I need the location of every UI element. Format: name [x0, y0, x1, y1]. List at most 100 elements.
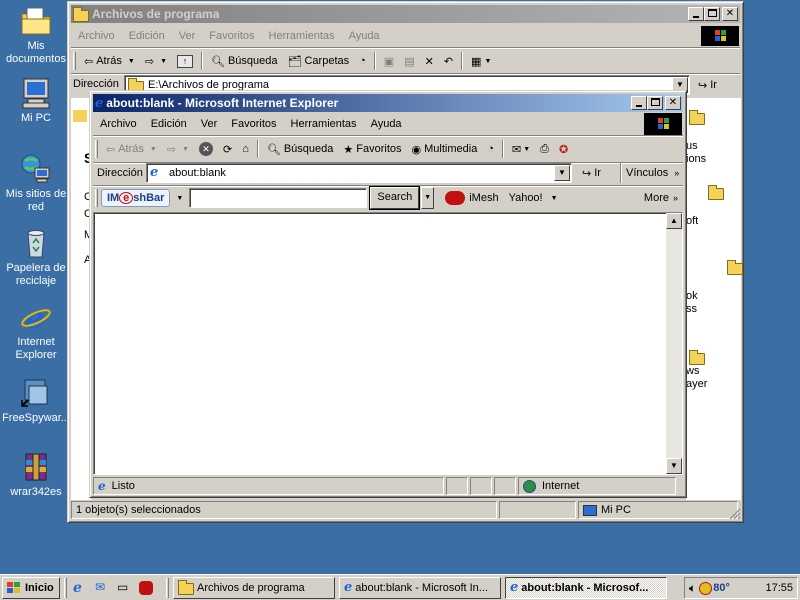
desktop-icon-my-documents[interactable]: Mis documentos	[0, 4, 72, 66]
search-icon: 🔍︎	[266, 143, 281, 156]
clock[interactable]: 17:55	[765, 582, 793, 594]
home-icon: ⌂	[242, 143, 249, 155]
minimize-button[interactable]	[631, 96, 647, 110]
desktop-icon-my-computer[interactable]: Mi PC	[0, 76, 72, 125]
stop-button[interactable]: ✕	[194, 138, 218, 160]
chevron-down-icon: ▼	[484, 57, 492, 65]
search-button[interactable]: 🔍︎ Búsqueda	[262, 138, 339, 160]
explorer-go-button[interactable]: ↪ Ir	[698, 75, 717, 95]
views-button[interactable]: ▦ ▼	[466, 50, 496, 72]
show-desktop-icon[interactable]: ▭	[117, 580, 133, 596]
taskbar: Inicio e ✉ ▭ Archivos de programa e abou…	[0, 574, 800, 600]
meshbar-logo[interactable]: IM e shBar	[101, 189, 171, 207]
addon-icon: ✪	[558, 143, 569, 156]
up-folder-button[interactable]: ↑	[172, 50, 198, 72]
back-button[interactable]: ⇦ Atrás ▼	[79, 50, 140, 72]
folders-icon: 🗂︎	[287, 55, 302, 68]
explorer-title-bar[interactable]: Archivos de programa ✕	[71, 5, 740, 23]
minimize-button[interactable]	[688, 7, 704, 21]
menu-ayuda[interactable]: Ayuda	[364, 114, 409, 134]
yahoo-button[interactable]: Yahoo! ▼	[504, 187, 563, 209]
ie-status-bar: e Listo Internet	[93, 476, 683, 496]
maximize-button[interactable]	[704, 7, 720, 21]
desktop-icon-network-places[interactable]: Mis sitios de red	[0, 152, 72, 214]
scroll-down-button[interactable]: ▼	[666, 458, 682, 474]
weather-icon[interactable]	[699, 581, 713, 595]
media-button[interactable]: ◉ Multimedia	[407, 138, 483, 160]
more-button[interactable]: More »	[639, 187, 683, 209]
desktop-icon-recycle-bin[interactable]: Papelera de reciclaje	[0, 226, 72, 288]
menu-archivo[interactable]: Archivo	[71, 26, 122, 46]
vertical-scrollbar[interactable]: ▲ ▼	[666, 213, 682, 474]
menu-herramientas[interactable]: Herramientas	[262, 26, 342, 46]
meshbar-search-dropdown[interactable]: ▼	[421, 187, 435, 209]
home-button[interactable]: ⌂	[237, 138, 254, 160]
desktop-icon-label: Mi PC	[21, 112, 51, 124]
imesh-button[interactable]: iMesh	[440, 187, 503, 209]
folders-button[interactable]: 🗂︎ Carpetas	[283, 50, 355, 72]
desktop-icon-label: Mis sitios de red	[5, 188, 67, 213]
address-dropdown-button[interactable]: ▼	[554, 165, 570, 181]
start-button[interactable]: Inicio	[2, 576, 60, 599]
my-computer-icon	[583, 504, 597, 516]
meshbar-search-input[interactable]	[189, 188, 368, 208]
menu-archivo[interactable]: Archivo	[93, 114, 144, 134]
desktop-icon-internet-explorer[interactable]: e Internet Explorer	[0, 300, 72, 362]
back-button[interactable]: ⇦ Atrás ▼	[101, 138, 162, 160]
meshbar-menu-dropdown[interactable]: ▼	[176, 195, 183, 202]
delete-button[interactable]: ✕	[420, 50, 439, 72]
menu-ver[interactable]: Ver	[172, 26, 203, 46]
chevron-down-icon: ▼	[149, 145, 157, 153]
maximize-button[interactable]	[647, 96, 663, 110]
ie-address-field[interactable]: e about:blank ▼	[146, 163, 572, 183]
print-button[interactable]: ⎙	[535, 138, 554, 160]
menu-ver[interactable]: Ver	[194, 114, 225, 134]
explorer-title: Archivos de programa	[92, 7, 220, 21]
file-item-label: ions	[686, 153, 707, 165]
desktop-icon-freespyware[interactable]: FreeSpywar...	[0, 376, 72, 425]
task-ie-1[interactable]: e about:blank - Microsoft In...	[339, 576, 501, 599]
desktop-icon-winrar[interactable]: wrar342es	[0, 450, 72, 499]
ie-icon[interactable]: e	[73, 580, 89, 596]
search-button[interactable]: 🔍︎ Búsqueda	[206, 50, 283, 72]
volume-icon[interactable]: 🔈︎	[689, 581, 696, 596]
history-button[interactable]: ◔	[482, 138, 499, 160]
menu-favoritos[interactable]: Favoritos	[202, 26, 261, 46]
folder-icon	[73, 110, 87, 122]
undo-button[interactable]: ↶	[439, 50, 458, 72]
favorites-button[interactable]: ★ Favoritos	[338, 138, 406, 160]
file-item-label: ayer	[686, 378, 708, 390]
outlook-express-icon[interactable]: ✉	[95, 580, 111, 596]
internet-explorer-icon: e	[19, 300, 53, 336]
task-ie-2[interactable]: e about:blank - Microsof...	[505, 576, 667, 599]
explorer-address-label: Dirección	[73, 78, 119, 90]
forward-button[interactable]: ⇨ ▼	[140, 50, 172, 72]
folder-icon	[708, 185, 725, 200]
menu-herramientas[interactable]: Herramientas	[284, 114, 364, 134]
menu-edicion[interactable]: Edición	[144, 114, 194, 134]
resize-grip[interactable]	[729, 508, 741, 520]
menu-edicion[interactable]: Edición	[122, 26, 172, 46]
mail-button[interactable]: ✉ ▼	[507, 138, 535, 160]
desktop-icon-label: wrar342es	[10, 486, 62, 498]
menu-ayuda[interactable]: Ayuda	[342, 26, 387, 46]
history-button[interactable]: ◔	[354, 50, 371, 72]
imesh-icon[interactable]	[139, 580, 153, 595]
ie-go-button[interactable]: ↪ Ir	[582, 163, 601, 183]
ie-page-content[interactable]: ▲ ▼	[93, 212, 683, 475]
copy-to-button[interactable]: ▤	[399, 50, 419, 72]
addon-button[interactable]: ✪	[554, 138, 573, 160]
close-button[interactable]: ✕	[665, 96, 681, 110]
refresh-button[interactable]: ⟳	[218, 138, 237, 160]
move-to-button[interactable]: ▣	[379, 50, 399, 72]
task-explorer[interactable]: Archivos de programa	[173, 576, 335, 599]
forward-button[interactable]: ⇨ ▼	[162, 138, 194, 160]
ie-window[interactable]: e about:blank - Microsoft Internet Explo…	[89, 90, 687, 498]
ie-title-bar[interactable]: e about:blank - Microsoft Internet Explo…	[93, 94, 683, 112]
meshbar-search-button[interactable]: Search	[370, 187, 420, 209]
scroll-up-button[interactable]: ▲	[666, 213, 682, 229]
close-button[interactable]: ✕	[722, 7, 738, 21]
menu-favoritos[interactable]: Favoritos	[224, 114, 283, 134]
explorer-file-list[interactable]: us ions oft ok ss ws ayer	[686, 98, 744, 500]
links-button[interactable]: Vínculos»	[626, 163, 679, 183]
